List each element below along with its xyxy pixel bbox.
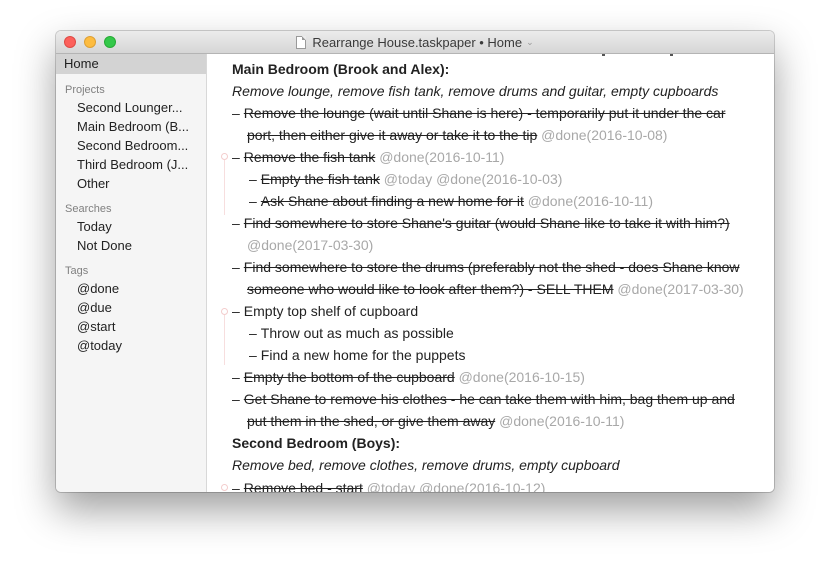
- task-item[interactable]: – Throw out as much as possible: [249, 322, 454, 344]
- task-item[interactable]: – Remove the fish tank @done(2016-10-11): [232, 146, 504, 168]
- chevron-down-icon[interactable]: ⌄: [526, 37, 534, 48]
- sidebar-item-tag[interactable]: @start: [56, 317, 192, 336]
- fold-handle-icon[interactable]: [221, 484, 228, 491]
- task-item[interactable]: – Find somewhere to store Shane's guitar …: [232, 212, 730, 234]
- sidebar-item-project[interactable]: Other: [56, 174, 192, 193]
- task-item-continuation[interactable]: @done(2017-03-30): [247, 234, 373, 256]
- task-item[interactable]: – Get Shane to remove his clothes - he ca…: [232, 388, 735, 410]
- note-line[interactable]: Remove lounge, remove fish tank, remove …: [232, 80, 718, 102]
- task-item-continuation[interactable]: someone who would like to look after the…: [247, 278, 744, 300]
- fold-handle-icon[interactable]: [221, 153, 228, 160]
- project-heading[interactable]: Main Bedroom (Brook and Alex):: [232, 58, 449, 80]
- task-item[interactable]: – Remove bed - start @today @done(2016-10…: [232, 477, 545, 492]
- sidebar-item-tag[interactable]: @done: [56, 279, 192, 298]
- scrolled-text-fragment: [670, 54, 673, 56]
- task-item[interactable]: – Empty the fish tank @today @done(2016-1…: [249, 168, 562, 190]
- tag-today-done[interactable]: @today @done(2016-10-03): [384, 171, 563, 187]
- window-controls: [64, 36, 116, 48]
- window-title-text: Rearrange House.taskpaper • Home: [312, 34, 523, 50]
- note-line[interactable]: Remove bed, remove clothes, remove drums…: [232, 454, 620, 476]
- title-bar: Rearrange House.taskpaper • Home ⌄: [56, 31, 774, 54]
- task-item[interactable]: – Empty top shelf of cupboard: [232, 300, 418, 322]
- sidebar-item-search[interactable]: Not Done: [56, 236, 192, 255]
- project-heading[interactable]: Second Bedroom (Boys):: [232, 432, 400, 454]
- scrolled-text-fragment: [602, 54, 605, 56]
- tag-done[interactable]: @done(2016-10-08): [541, 127, 667, 143]
- window-title[interactable]: Rearrange House.taskpaper • Home ⌄: [296, 34, 534, 50]
- task-item[interactable]: – Find a new home for the puppets: [249, 344, 465, 366]
- indent-guide: [224, 315, 225, 365]
- sidebar-item-project[interactable]: Second Bedroom...: [56, 136, 192, 155]
- sidebar-section-tags: Tags: [65, 265, 89, 277]
- task-item[interactable]: – Empty the bottom of the cupboard @done(…: [232, 366, 585, 388]
- task-item-continuation[interactable]: put them in the shed, or give them away …: [247, 410, 624, 432]
- tag-done[interactable]: @done(2016-10-11): [379, 149, 504, 165]
- sidebar: Home Projects Second Lounger... Main Bed…: [56, 54, 207, 492]
- tag-done[interactable]: @done(2016-10-11): [499, 413, 624, 429]
- document-icon: [296, 35, 307, 49]
- task-item[interactable]: – Remove the lounge (wait until Shane is …: [232, 102, 725, 124]
- tag-done[interactable]: @done(2017-03-30): [247, 237, 373, 253]
- close-button[interactable]: [64, 36, 76, 48]
- sidebar-item-tag[interactable]: @today: [56, 336, 192, 355]
- outline-editor[interactable]: Main Bedroom (Brook and Alex): Remove lo…: [207, 54, 774, 492]
- sidebar-item-home[interactable]: Home: [56, 54, 206, 74]
- sidebar-item-project[interactable]: Second Lounger...: [56, 98, 192, 117]
- task-item[interactable]: – Ask Shane about finding a new home for …: [249, 190, 653, 212]
- tag-done[interactable]: @done(2017-03-30): [617, 281, 743, 297]
- sidebar-section-projects: Projects: [65, 84, 105, 96]
- indent-guide: [224, 160, 225, 215]
- app-window: Rearrange House.taskpaper • Home ⌄ Home …: [56, 31, 774, 492]
- zoom-button[interactable]: [104, 36, 116, 48]
- tag-done[interactable]: @done(2016-10-15): [459, 369, 585, 385]
- sidebar-item-project[interactable]: Third Bedroom (J...: [56, 155, 192, 174]
- sidebar-section-searches: Searches: [65, 203, 112, 215]
- sidebar-item-project[interactable]: Main Bedroom (B...: [56, 117, 192, 136]
- sidebar-item-tag[interactable]: @due: [56, 298, 192, 317]
- tag-today-done[interactable]: @today @done(2016-10-12): [367, 480, 546, 492]
- task-item-continuation[interactable]: port, then either give it away or take i…: [247, 124, 667, 146]
- tag-done[interactable]: @done(2016-10-11): [528, 193, 653, 209]
- fold-handle-icon[interactable]: [221, 308, 228, 315]
- minimize-button[interactable]: [84, 36, 96, 48]
- sidebar-item-search[interactable]: Today: [56, 217, 192, 236]
- task-item[interactable]: – Find somewhere to store the drums (pref…: [232, 256, 740, 278]
